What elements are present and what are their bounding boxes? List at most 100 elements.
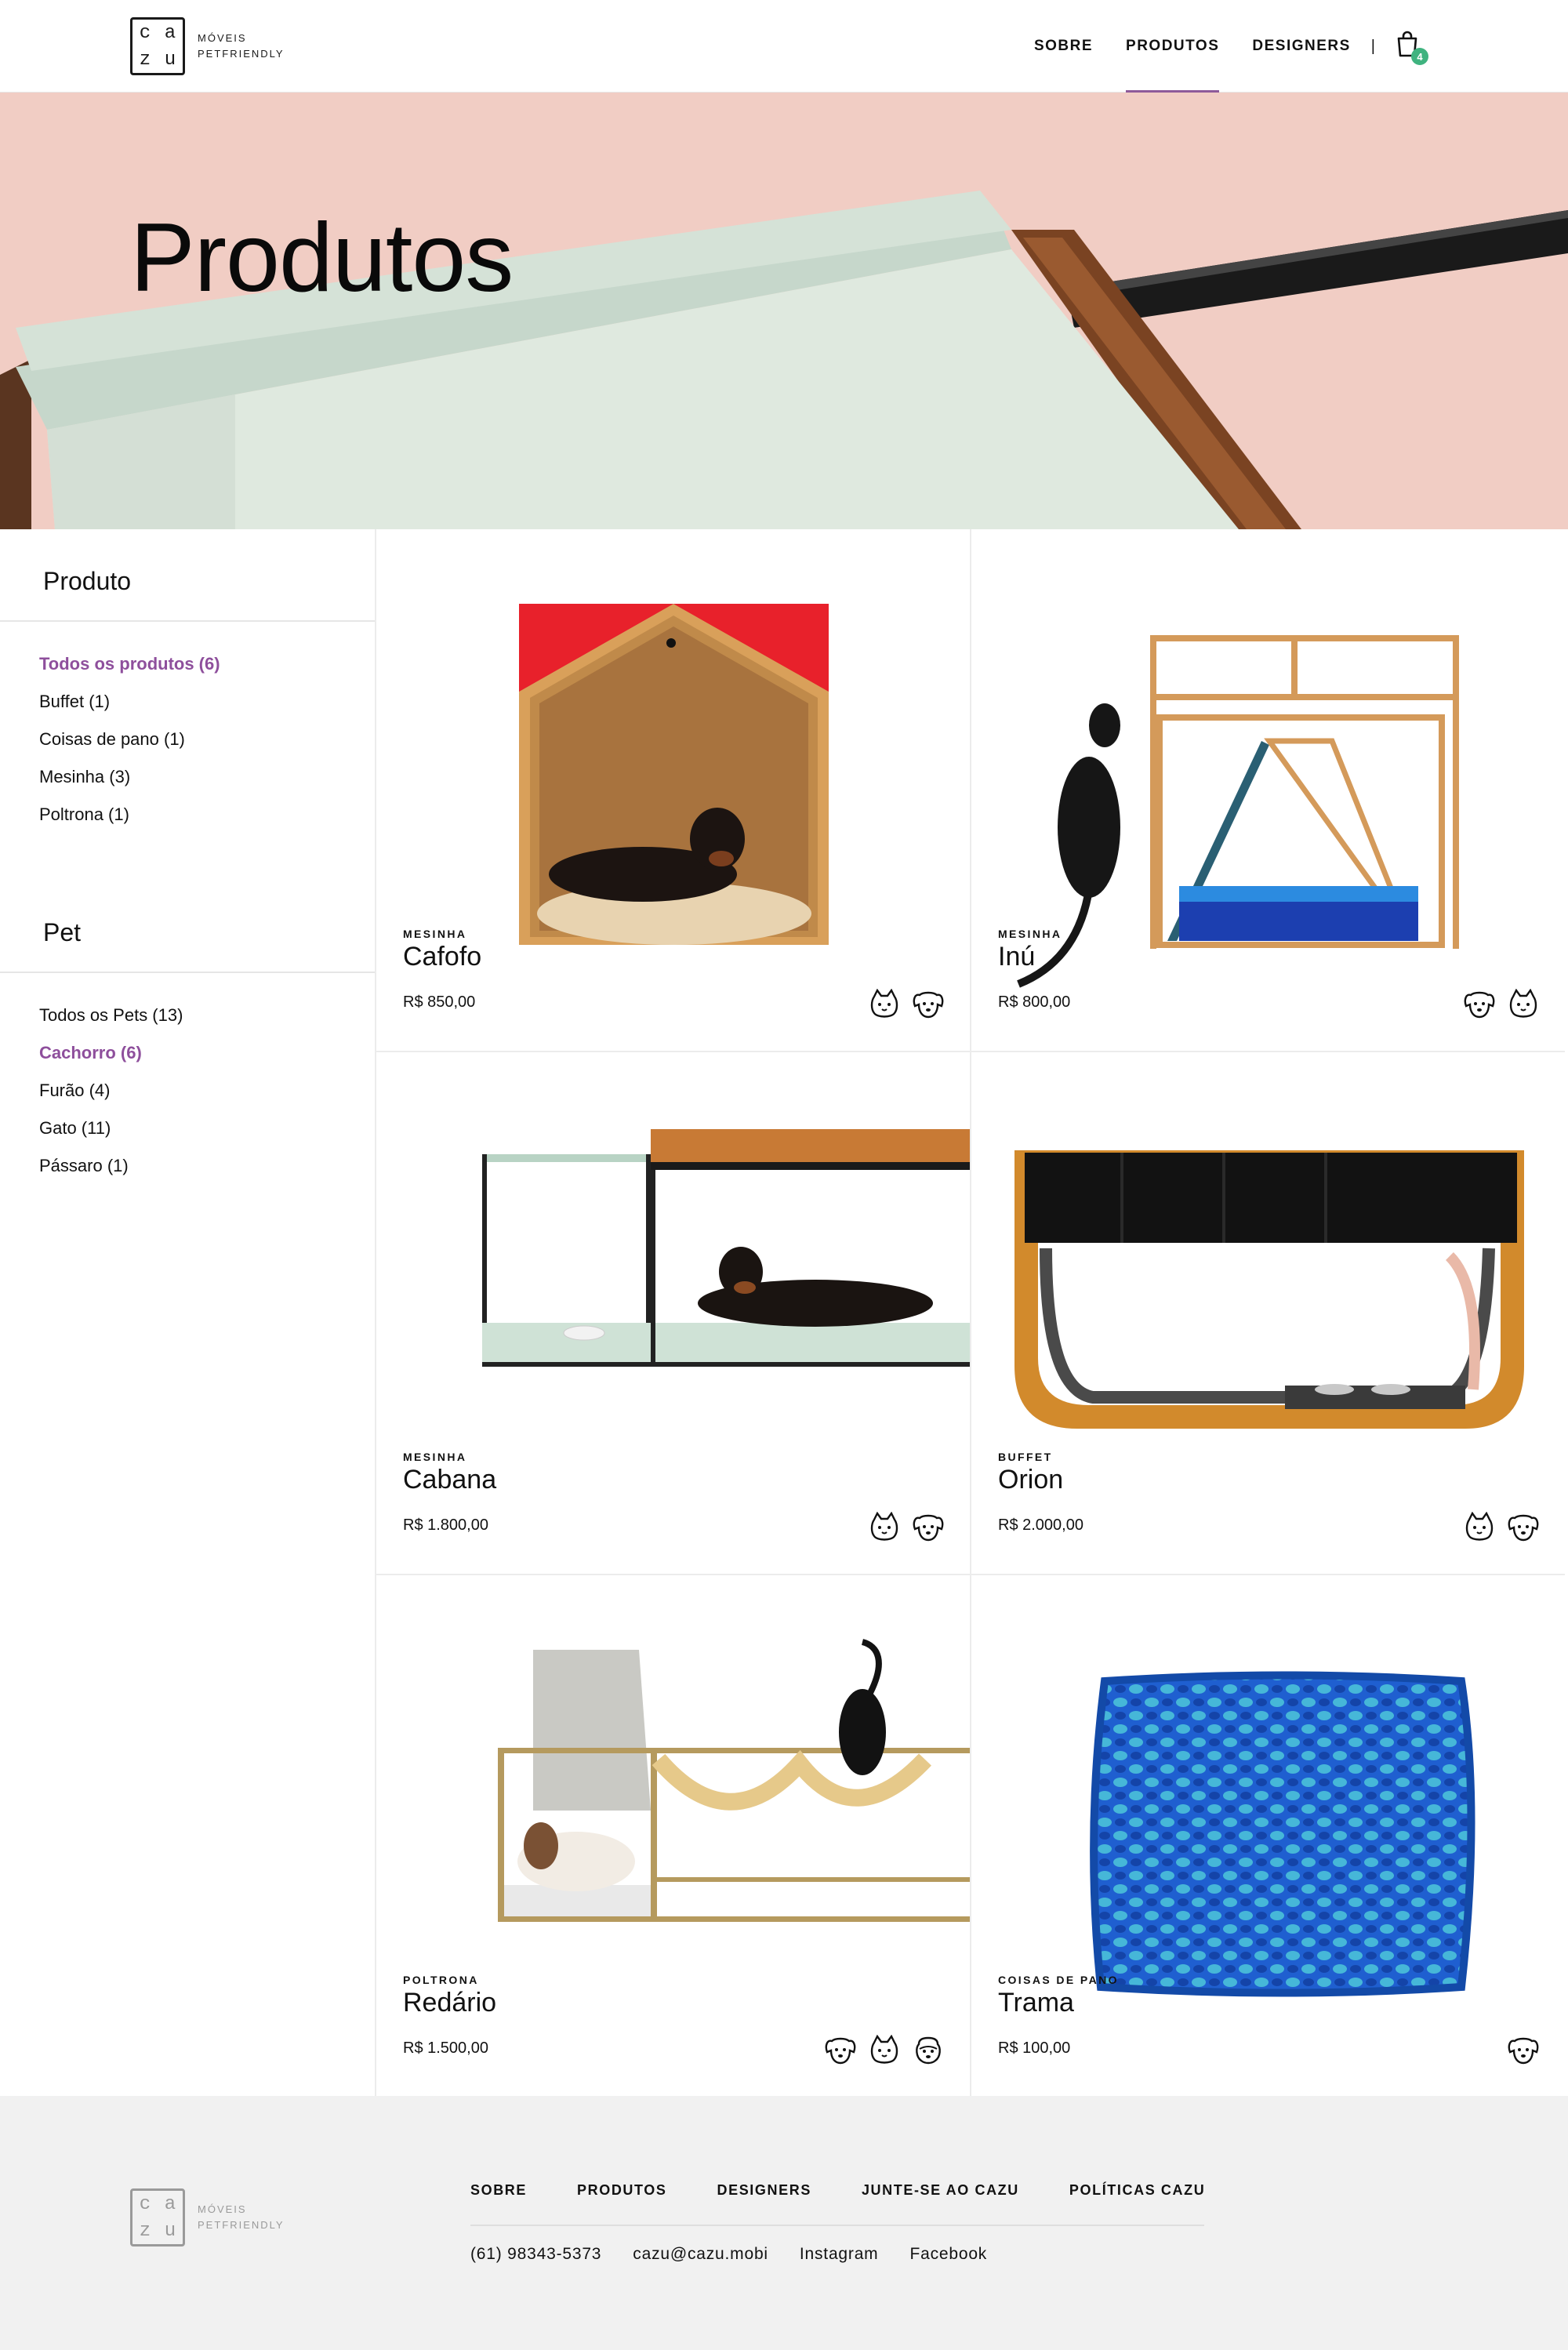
- logo-letter: u: [164, 49, 176, 71]
- footer-link-sobre[interactable]: SOBRE: [470, 2182, 527, 2199]
- product-card-redario[interactable]: POLTRONA Redário R$ 1.500,00: [375, 1575, 970, 2098]
- product-category: BUFFET: [998, 1451, 1053, 1463]
- product-name: Orion: [998, 1465, 1064, 1495]
- logo-letter: a: [164, 22, 176, 44]
- product-image: [1017, 635, 1459, 988]
- filter-title-pet: Pet: [43, 918, 82, 946]
- filter-item-gato[interactable]: Gato (11): [39, 1110, 183, 1147]
- logo-letter: z: [139, 2220, 151, 2242]
- logo-line-2: PETFRIENDLY: [198, 48, 285, 60]
- footer-contacts: (61) 98343-5373 cazu@cazu.mobi Instagram…: [470, 2245, 1018, 2264]
- footer-link-designers[interactable]: DESIGNERS: [717, 2182, 811, 2199]
- product-name: Cafofo: [403, 942, 482, 972]
- cat-icon: [1509, 989, 1537, 1018]
- filter-list-pet: Todos os Pets (13) Cachorro (6) Furão (4…: [39, 997, 183, 1185]
- product-category: MESINHA: [403, 1451, 467, 1463]
- logo-letter: z: [139, 49, 151, 71]
- product-category: POLTRONA: [403, 1974, 479, 1986]
- nav-sobre[interactable]: SOBRE: [1034, 0, 1093, 93]
- product-image: [1014, 1150, 1524, 1429]
- cat-icon: [870, 989, 898, 1018]
- dog-icon: [913, 1514, 944, 1542]
- filter-item-buffet[interactable]: Buffet (1): [39, 683, 220, 721]
- logo-letter: c: [139, 2193, 151, 2215]
- cart-count-badge: 4: [1411, 48, 1428, 65]
- footer-link-junte-se[interactable]: JUNTE-SE AO CAZU: [862, 2182, 1019, 2199]
- dog-icon: [1508, 2037, 1539, 2065]
- product-name: Inú: [998, 942, 1036, 972]
- filter-item-todos-produtos[interactable]: Todos os produtos (6): [39, 645, 220, 683]
- footer-divider: [470, 2225, 1204, 2226]
- product-card-cafofo[interactable]: MESINHA Cafofo R$ 850,00: [375, 529, 970, 1052]
- footer-link-politicas[interactable]: POLÍTICAS CAZU: [1069, 2182, 1205, 2199]
- product-image: [519, 604, 829, 945]
- product-card-cabana[interactable]: MESINHA Cabana R$ 1.800,00: [375, 1052, 970, 1575]
- logo-letter: c: [139, 22, 151, 44]
- footer-phone[interactable]: (61) 98343-5373: [470, 2245, 601, 2264]
- cat-icon: [1465, 1512, 1494, 1541]
- filter-item-mesinha[interactable]: Mesinha (3): [39, 758, 220, 796]
- product-category: COISAS DE PANO: [998, 1974, 1119, 1986]
- footer-link-produtos[interactable]: PRODUTOS: [577, 2182, 666, 2199]
- product-category: MESINHA: [403, 928, 467, 940]
- logo-letter: a: [164, 2193, 176, 2215]
- product-price: R$ 1.800,00: [403, 1516, 488, 1534]
- ferret-icon: [916, 2036, 941, 2065]
- pet-icons: [868, 1512, 945, 1543]
- product-price: R$ 100,00: [998, 2039, 1071, 2057]
- logo-mark: c a z u: [130, 17, 185, 75]
- pet-icons: [868, 989, 945, 1020]
- product-image: [498, 1639, 970, 1922]
- site-header: c a z u MÓVEIS PETFRIENDLY SOBRE PRODUTO…: [0, 0, 1568, 93]
- pet-icons: [824, 2035, 945, 2066]
- divider: [0, 620, 375, 622]
- filter-item-todos-pets[interactable]: Todos os Pets (13): [39, 997, 183, 1034]
- filter-item-coisas-de-pano[interactable]: Coisas de pano (1): [39, 721, 220, 758]
- cat-icon: [870, 2035, 898, 2064]
- product-name: Trama: [998, 1988, 1074, 2018]
- product-price: R$ 2.000,00: [998, 1516, 1083, 1534]
- pet-icons: [1463, 989, 1540, 1020]
- pet-icons: [1507, 2035, 1540, 2066]
- filter-item-poltrona[interactable]: Poltrona (1): [39, 796, 220, 834]
- logo-line-1: MÓVEIS: [198, 2203, 247, 2215]
- main-nav: SOBRE PRODUTOS DESIGNERS | 4: [1034, 0, 1568, 93]
- filter-title-produto: Produto: [43, 567, 132, 595]
- product-card-inu[interactable]: MESINHA Inú R$ 800,00: [970, 529, 1565, 1052]
- footer-nav: SOBRE PRODUTOS DESIGNERS JUNTE-SE AO CAZ…: [470, 2182, 1255, 2199]
- logo-line-1: MÓVEIS: [198, 32, 247, 44]
- product-image: [482, 1129, 970, 1367]
- cart-button[interactable]: 4: [1396, 31, 1428, 65]
- product-image: [1090, 1671, 1475, 1997]
- hero-banner: Produtos: [0, 93, 1568, 529]
- logo-mark: c a z u: [130, 2188, 185, 2246]
- product-card-trama[interactable]: COISAS DE PANO Trama R$ 100,00: [970, 1575, 1565, 2098]
- footer-instagram-link[interactable]: Instagram: [800, 2245, 879, 2264]
- filter-item-furao[interactable]: Furão (4): [39, 1072, 183, 1110]
- product-price: R$ 1.500,00: [403, 2039, 488, 2057]
- product-card-orion[interactable]: BUFFET Orion R$ 2.000,00: [970, 1052, 1565, 1575]
- footer-facebook-link[interactable]: Facebook: [909, 2245, 987, 2264]
- logo-letter: u: [164, 2220, 176, 2242]
- site-footer: c a z u MÓVEIS PETFRIENDLY SOBRE PRODUTO…: [0, 2096, 1568, 2350]
- nav-separator: |: [1370, 37, 1375, 55]
- dog-icon: [1464, 991, 1495, 1019]
- logo-line-2: PETFRIENDLY: [198, 2219, 285, 2231]
- dog-icon: [825, 2037, 856, 2065]
- product-grid: MESINHA Cafofo R$ 850,00 MESINHA Inú R$ …: [375, 529, 1568, 2098]
- filter-list-produto: Todos os produtos (6) Buffet (1) Coisas …: [39, 645, 220, 834]
- product-price: R$ 850,00: [403, 993, 476, 1011]
- footer-email[interactable]: cazu@cazu.mobi: [633, 2245, 768, 2264]
- filter-item-cachorro[interactable]: Cachorro (6): [39, 1034, 183, 1072]
- page-title: Produtos: [130, 204, 514, 312]
- filter-item-passaro[interactable]: Pássaro (1): [39, 1147, 183, 1185]
- divider: [0, 972, 375, 973]
- filter-sidebar: Produto Todos os produtos (6) Buffet (1)…: [0, 529, 375, 2098]
- logo-text: MÓVEIS PETFRIENDLY: [198, 31, 285, 62]
- dog-icon: [1508, 1514, 1539, 1542]
- brand-logo[interactable]: c a z u MÓVEIS PETFRIENDLY: [130, 17, 285, 75]
- dog-icon: [913, 991, 944, 1019]
- nav-produtos[interactable]: PRODUTOS: [1126, 0, 1220, 93]
- footer-logo[interactable]: c a z u MÓVEIS PETFRIENDLY: [130, 2188, 285, 2246]
- nav-designers[interactable]: DESIGNERS: [1252, 0, 1350, 93]
